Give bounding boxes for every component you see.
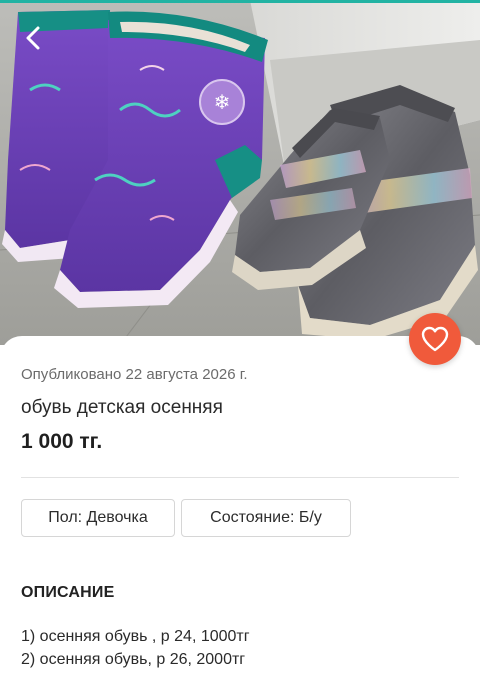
listing-title: обувь детская осенняя [21,397,223,418]
heart-icon [421,326,449,352]
photo-illustration: ❄ [0,0,480,345]
description-line: 2) осенняя обувь, р 26, 2000тг [21,651,246,668]
attribute-chip-condition: Состояние: Б/у [181,499,351,537]
divider [21,477,459,478]
description-line: 1) осенняя обувь , р 24, 1000тг [21,628,250,645]
listing-photo[interactable]: ❄ [0,0,480,345]
description-heading: ОПИСАНИЕ [21,584,115,601]
published-date: Опубликовано 22 августа 2026 г. [21,366,248,383]
back-button[interactable] [14,18,54,58]
chevron-left-icon [26,26,40,50]
svg-text:❄: ❄ [214,90,231,114]
favorite-button[interactable] [409,313,461,365]
listing-price: 1 000 тг. [21,430,103,453]
attribute-chip-gender: Пол: Девочка [21,499,175,537]
